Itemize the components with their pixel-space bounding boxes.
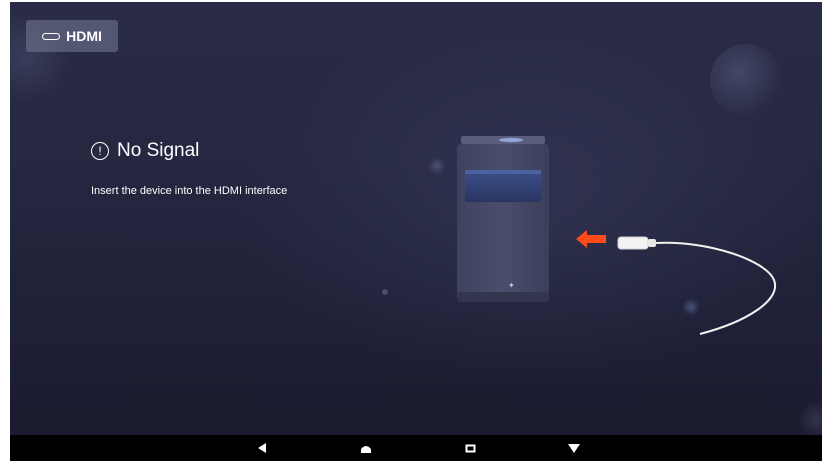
- status-message: Insert the device into the HDMI interfac…: [91, 185, 288, 197]
- hdmi-source-button[interactable]: HDMI: [26, 20, 118, 52]
- hdmi-port-icon: [42, 32, 61, 40]
- arrow-left-icon: [576, 230, 606, 248]
- device-icon: ✦: [457, 136, 549, 302]
- home-button[interactable]: [351, 435, 381, 461]
- bokeh-light: [797, 400, 822, 435]
- svg-text:✦: ✦: [508, 281, 515, 290]
- back-button[interactable]: [247, 435, 277, 461]
- bokeh-light: [710, 44, 782, 116]
- home-icon: [361, 446, 371, 453]
- down-triangle-icon: [568, 443, 580, 453]
- hdmi-cable-icon: [617, 236, 777, 335]
- menu-button[interactable]: [559, 435, 589, 461]
- recents-button[interactable]: [455, 435, 485, 461]
- alert-circle-icon: !: [91, 142, 109, 160]
- status-title-text: No Signal: [117, 140, 200, 161]
- navigation-bar: [10, 435, 822, 461]
- recents-icon: [465, 444, 475, 452]
- hdmi-input-screen: HDMI ! No Signal Insert the device into …: [10, 2, 822, 435]
- hdmi-source-label: HDMI: [66, 28, 102, 44]
- back-triangle-icon: [258, 443, 266, 453]
- bokeh-light: [428, 157, 446, 175]
- bokeh-light: [382, 289, 388, 295]
- status-title: ! No Signal: [91, 140, 199, 162]
